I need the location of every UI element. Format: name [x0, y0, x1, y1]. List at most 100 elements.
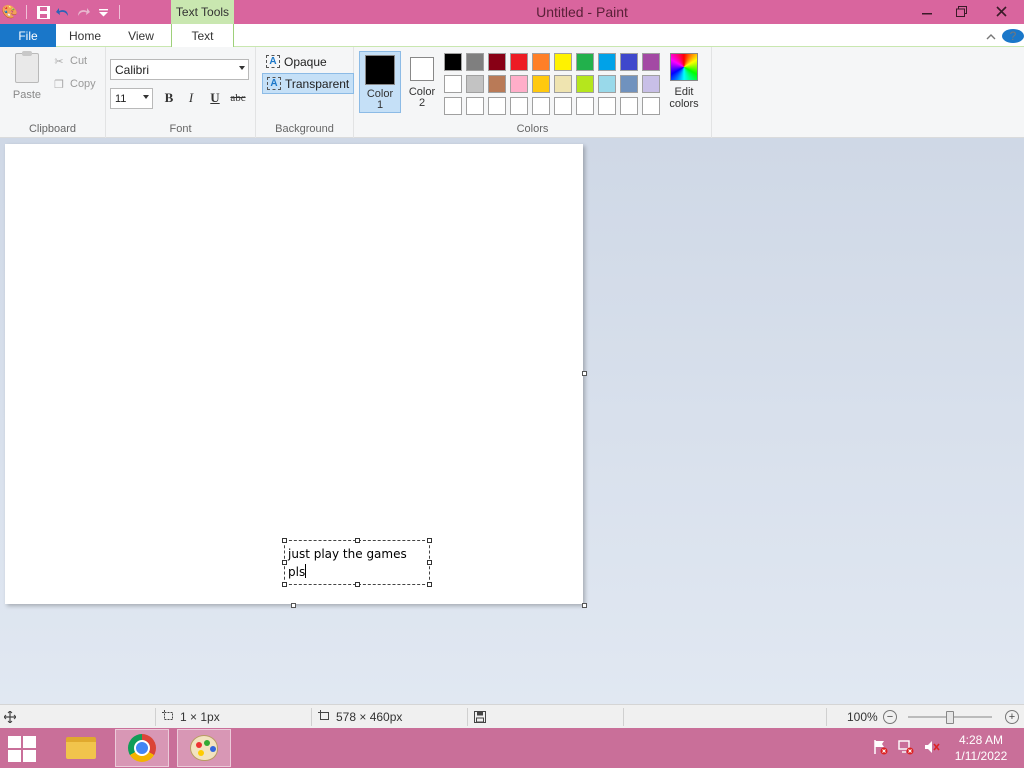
paint-dot	[210, 746, 216, 752]
palette-color-swatch[interactable]	[642, 75, 660, 93]
italic-button[interactable]: I	[181, 88, 201, 108]
palette-color-swatch[interactable]	[488, 97, 506, 115]
tab-home[interactable]: Home	[58, 24, 112, 47]
copy-icon: ❐	[54, 78, 64, 91]
chevron-down-icon	[143, 95, 149, 99]
zoom-in-button[interactable]: +	[1005, 710, 1019, 724]
selection-size: 1 × 1px	[180, 710, 220, 724]
palette-color-swatch[interactable]	[620, 53, 638, 71]
status-bar: 1 × 1px 578 × 460px 100% − +	[0, 704, 1024, 728]
text-box[interactable]: just play the games pls	[282, 538, 432, 587]
resize-handle[interactable]	[282, 538, 287, 543]
palette-color-swatch[interactable]	[532, 97, 550, 115]
palette-color-swatch[interactable]	[444, 97, 462, 115]
palette-color-swatch[interactable]	[642, 53, 660, 71]
network-icon[interactable]	[898, 739, 914, 758]
palette-color-swatch[interactable]	[620, 75, 638, 93]
chrome-icon	[128, 734, 156, 762]
palette-color-swatch[interactable]	[444, 75, 462, 93]
title-bar: 🎨 Text Tools Untitled - Paint	[0, 0, 1024, 24]
bold-button[interactable]: B	[159, 88, 179, 108]
action-center-flag-icon[interactable]	[872, 739, 888, 758]
font-family-dropdown[interactable]: Calibri	[110, 59, 249, 80]
zoom-slider-thumb[interactable]	[946, 711, 954, 724]
palette-color-swatch[interactable]	[510, 53, 528, 71]
palette-color-swatch[interactable]	[554, 53, 572, 71]
palette-color-swatch[interactable]	[532, 75, 550, 93]
background-group-label: Background	[275, 123, 334, 135]
resize-handle[interactable]	[282, 582, 287, 587]
palette-color-swatch[interactable]	[576, 97, 594, 115]
palette-color-swatch[interactable]	[598, 75, 616, 93]
resize-handle[interactable]	[427, 560, 432, 565]
text-line-1: just play the games	[288, 547, 407, 561]
copy-button[interactable]: ❐ Copy	[52, 74, 96, 94]
palette-color-swatch[interactable]	[620, 97, 638, 115]
tab-file[interactable]: File	[0, 24, 56, 47]
minimize-icon[interactable]	[910, 0, 944, 22]
palette-color-swatch[interactable]	[466, 53, 484, 71]
tab-view[interactable]: View	[114, 24, 168, 47]
font-family-value: Calibri	[115, 62, 150, 77]
start-button[interactable]	[8, 734, 38, 762]
clock-date: 1/11/2022	[954, 749, 1008, 763]
window-controls	[910, 0, 1024, 24]
help-icon[interactable]: ?	[1002, 28, 1024, 43]
palette-color-swatch[interactable]	[576, 53, 594, 71]
palette-color-swatch[interactable]	[444, 53, 462, 71]
paste-button[interactable]: Paste	[8, 51, 46, 103]
resize-handle[interactable]	[427, 538, 432, 543]
tab-text[interactable]: Text	[171, 24, 234, 48]
opaque-option[interactable]: A Opaque	[262, 51, 331, 72]
system-tray	[872, 728, 940, 768]
strikethrough-button[interactable]: abc	[228, 88, 248, 108]
palette-color-swatch[interactable]	[488, 75, 506, 93]
transparent-icon: A	[267, 77, 281, 90]
canvas-resize-handle-right[interactable]	[582, 371, 587, 376]
canvas-resize-handle-corner[interactable]	[582, 603, 587, 608]
palette-color-swatch[interactable]	[466, 75, 484, 93]
transparent-option[interactable]: A Transparent	[262, 73, 355, 94]
zoom-out-button[interactable]: −	[883, 710, 897, 724]
cut-button[interactable]: ✂ Cut	[52, 51, 87, 71]
close-icon[interactable]	[978, 0, 1024, 22]
image-size-area: 578 × 460px	[318, 705, 402, 729]
windows-logo-pane	[8, 736, 21, 748]
palette-color-swatch[interactable]	[642, 97, 660, 115]
palette-color-swatch[interactable]	[532, 53, 550, 71]
edit-colors-button[interactable]: Edit colors	[666, 53, 702, 110]
color-palette	[444, 53, 660, 115]
palette-color-swatch[interactable]	[466, 97, 484, 115]
restore-icon[interactable]	[944, 0, 978, 22]
color-1-button[interactable]: Color 1	[359, 51, 401, 113]
volume-muted-icon[interactable]	[924, 739, 940, 758]
canvas-resize-handle-bottom[interactable]	[291, 603, 296, 608]
windows-logo-pane	[8, 750, 21, 762]
minimize-ribbon-icon[interactable]	[980, 29, 1002, 43]
palette-color-swatch[interactable]	[488, 53, 506, 71]
resize-handle[interactable]	[355, 582, 360, 587]
font-size-dropdown[interactable]: 11	[110, 88, 153, 109]
palette-color-swatch[interactable]	[576, 75, 594, 93]
palette-color-swatch[interactable]	[598, 53, 616, 71]
palette-color-swatch[interactable]	[510, 75, 528, 93]
resize-handle[interactable]	[282, 560, 287, 565]
clipboard-group-label: Clipboard	[28, 123, 77, 135]
edit-colors-label-line1: Edit	[674, 86, 694, 98]
resize-handle[interactable]	[355, 538, 360, 543]
underline-button[interactable]: U	[205, 88, 225, 108]
paint-taskbar-button[interactable]	[177, 729, 231, 767]
taskbar-clock[interactable]: 4:28 AM 1/11/2022	[948, 732, 1014, 764]
drawing-canvas[interactable]: just play the games pls	[5, 144, 583, 604]
ribbon: Paste ✂ Cut ❐ Copy Clipboard Font Calibr…	[0, 47, 1024, 138]
color-2-button[interactable]: Color 2	[403, 51, 441, 113]
file-explorer-taskbar-button[interactable]	[54, 729, 108, 767]
palette-color-swatch[interactable]	[554, 97, 572, 115]
chrome-taskbar-button[interactable]	[115, 729, 169, 767]
palette-color-swatch[interactable]	[598, 97, 616, 115]
resize-handle[interactable]	[427, 582, 432, 587]
palette-color-swatch[interactable]	[554, 75, 572, 93]
chevron-down-icon	[239, 66, 245, 70]
clipboard-group: Paste ✂ Cut ❐ Copy Clipboard	[0, 47, 106, 138]
palette-color-swatch[interactable]	[510, 97, 528, 115]
